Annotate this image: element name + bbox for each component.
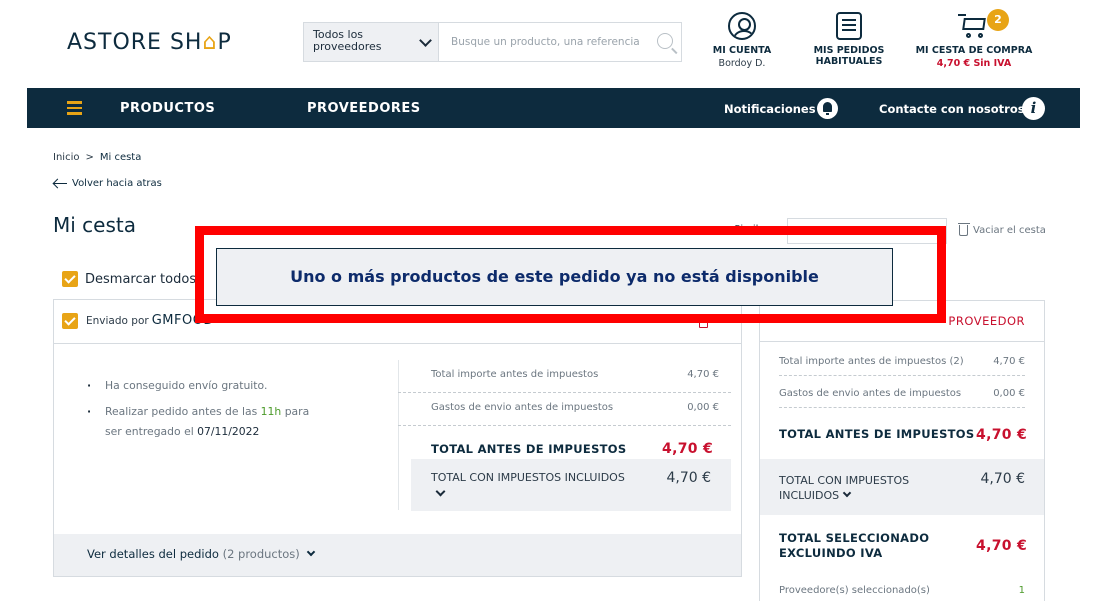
account-user: Bordoy D.: [718, 58, 766, 69]
search-input[interactable]: [439, 23, 681, 61]
nav-providers[interactable]: PROVEEDORES: [307, 101, 421, 116]
chevron-down-icon: [842, 488, 852, 498]
menu-icon[interactable]: [67, 101, 82, 115]
unavailable-alert: Uno o más productos de este pedido ya no…: [216, 248, 893, 306]
cart-total: 4,70 € Sin IVA: [936, 58, 1012, 69]
summary-row: Gastos de envio antes de impuestos 0,00 €: [779, 388, 1025, 408]
total-incl-tax-toggle[interactable]: TOTAL CON IMPUESTOS INCLUIDOS 4,70 €: [411, 459, 731, 511]
orders-label-2: HABITUALES: [815, 56, 883, 67]
bell-icon[interactable]: [817, 98, 838, 119]
logo[interactable]: ASTORE SH⌂P: [67, 30, 232, 55]
breadcrumb-home[interactable]: Inicio: [53, 152, 79, 163]
providers-selected: Proveedore(s) seleccionado(s) 1: [779, 585, 1025, 596]
cart-icon: [958, 12, 990, 40]
house-icon: ⌂: [202, 30, 218, 55]
account-label: MI CUENTA: [712, 45, 772, 56]
summary-row: Total importe antes de impuestos 4,70 €: [398, 360, 731, 393]
chevron-down-icon: [419, 34, 432, 47]
order-checkbox[interactable]: [62, 313, 78, 329]
list-item: Ha conseguido envío gratuito.: [87, 376, 309, 396]
breadcrumb: Inicio > Mi cesta: [53, 152, 142, 163]
list-icon: [836, 12, 862, 40]
summary-row: Total importe antes de impuestos (2) 4,70…: [779, 356, 1025, 376]
my-orders-button[interactable]: MIS PEDIDOS HABITUALES: [810, 12, 888, 67]
checkbox-checked-icon[interactable]: [62, 271, 78, 287]
summary-row: Gastos de envio antes de impuestos 0,00 €: [398, 393, 731, 426]
cart-count-badge: 2: [987, 9, 1009, 31]
arrow-left-icon: [53, 179, 67, 189]
back-link[interactable]: Volver hacia atras: [53, 178, 162, 189]
order-summary: Total importe antes de impuestos 4,70 € G…: [398, 360, 731, 472]
my-account-button[interactable]: MI CUENTA Bordoy D.: [711, 12, 773, 69]
selected-total: TOTAL SELECCIONADO EXCLUINDO IVA 4,70 €: [779, 531, 1027, 560]
breadcrumb-current: Mi cesta: [99, 152, 142, 163]
nav-contact[interactable]: Contacte con nosotros: [879, 102, 1025, 116]
trash-icon: [957, 223, 970, 236]
page-title: Mi cesta: [53, 213, 136, 237]
nav-products[interactable]: PRODUCTOS: [120, 101, 215, 116]
list-item: Realizar pedido antes de las 11h paraser…: [87, 402, 309, 442]
chevron-down-icon: [435, 486, 446, 497]
order-card: Enviado porGMFOOD Ha conseguido envío gr…: [53, 299, 742, 577]
user-icon: [728, 12, 756, 40]
search-icon[interactable]: [657, 33, 673, 49]
summary-total: TOTAL ANTES DE IMPUESTOS 4,70 €: [779, 427, 1027, 443]
clear-cart-button[interactable]: Vaciar el cesta: [957, 223, 1046, 236]
provider-heading: PROVEEDOR: [948, 314, 1025, 328]
cart-button[interactable]: MI CESTA DE COMPRA 4,70 € Sin IVA: [915, 12, 1033, 69]
nav-notifications[interactable]: Notificaciones: [724, 102, 816, 116]
cart-summary: PROVEEDOR Total importe antes de impuest…: [759, 300, 1045, 601]
provider-select[interactable]: Todos los proveedores: [304, 23, 439, 61]
search-bar: Todos los proveedores: [303, 22, 682, 62]
cart-label: MI CESTA DE COMPRA: [915, 45, 1033, 56]
uncheck-all[interactable]: Desmarcar todos: [62, 271, 196, 287]
orders-label: MIS PEDIDOS: [813, 45, 885, 56]
summary-incl-tax-toggle[interactable]: TOTAL CON IMPUESTOS INCLUIDOS 4,70 €: [760, 459, 1044, 515]
info-icon[interactable]: i: [1022, 97, 1045, 120]
main-nav: PRODUCTOS PROVEEDORES Notificaciones Con…: [27, 88, 1080, 128]
chevron-down-icon: [306, 547, 316, 557]
order-details-toggle[interactable]: Ver detalles del pedido (2 productos): [54, 534, 741, 576]
order-notes: Ha conseguido envío gratuito. Realizar p…: [87, 376, 309, 448]
